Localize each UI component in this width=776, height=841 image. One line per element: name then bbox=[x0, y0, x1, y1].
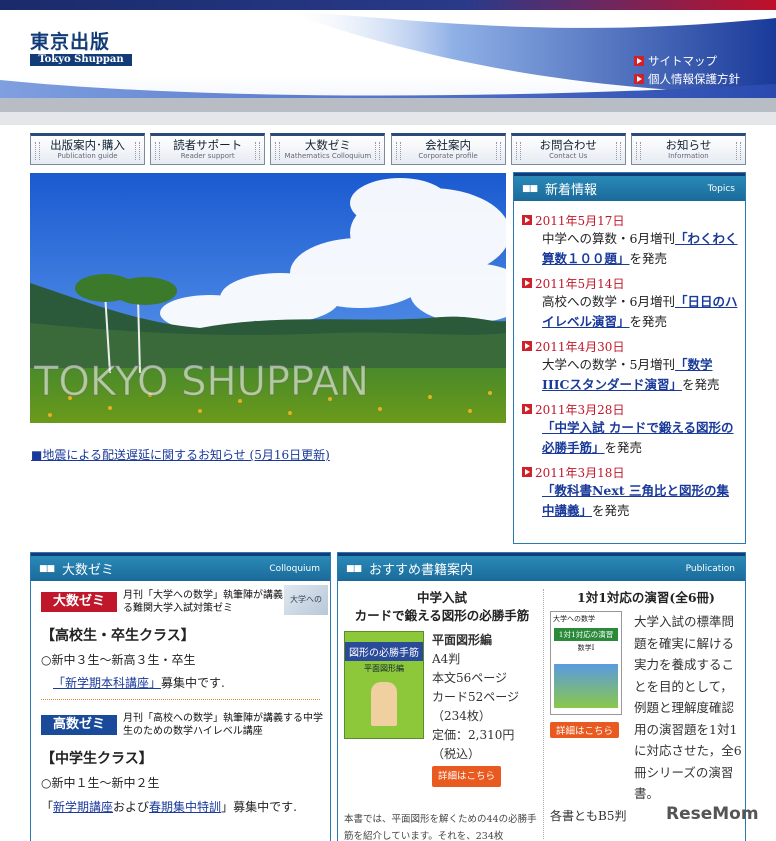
tokyo-shuppan-logo[interactable]: 東京出版 Tokyo Shuppan bbox=[30, 32, 132, 66]
resemom-watermark: ReseMom bbox=[666, 804, 759, 824]
book-card-2: 1対1対応の演習(全6冊) 大学への数学 1対1対応の演習 数学I 詳細はこちら… bbox=[550, 590, 742, 823]
sitemap-link[interactable]: サイトマップ bbox=[634, 53, 717, 69]
book-2-detail-button[interactable]: 詳細はこちら bbox=[550, 722, 620, 738]
recommended-books-panel: ■■ おすすめ書籍案内 Publication 中学入試 カードで鍛える図形の必… bbox=[337, 552, 746, 841]
colloquium-thumbnail: 大学への bbox=[284, 585, 328, 615]
colloquium-header: ■■ 大数ゼミ Colloquium bbox=[31, 553, 330, 581]
privacy-policy-link[interactable]: 個人情報保護方針 bbox=[634, 71, 740, 87]
arrow-icon bbox=[634, 56, 644, 66]
arrow-icon bbox=[522, 404, 532, 414]
topics-header: ■■ 新着情報 Topics bbox=[514, 173, 745, 201]
cover-photo bbox=[554, 664, 618, 708]
arrow-icon bbox=[522, 341, 532, 351]
dots-icon: ■■ bbox=[346, 563, 362, 574]
books-header: ■■ おすすめ書籍案内 Publication bbox=[338, 553, 745, 581]
arrow-icon bbox=[634, 74, 644, 84]
nav-publication-guide[interactable]: 出版案内･購入 Publication guide bbox=[30, 133, 145, 165]
colloquium-panel: ■■ 大数ゼミ Colloquium 大学への 大数ゼミ 月刊「大学への数学」執… bbox=[30, 552, 331, 841]
arrow-icon bbox=[522, 467, 532, 477]
nav-colloquium[interactable]: 大数ゼミ Mathematics Colloquium bbox=[270, 133, 386, 165]
class-heading: 【中学生クラス】 bbox=[41, 751, 153, 767]
nav-contact-us[interactable]: お問合わせ Contact Us bbox=[510, 133, 626, 165]
logo-japanese: 東京出版 bbox=[30, 31, 111, 53]
main-navigation: 出版案内･購入 Publication guide 読者サポート Reader su… bbox=[30, 133, 746, 165]
dots-icon: ■■ bbox=[522, 183, 538, 194]
book-cover-2[interactable]: 大学への数学 1対1対応の演習 数学I bbox=[550, 611, 622, 715]
hero-landscape-image: TOKYO SHUPPAN bbox=[30, 173, 506, 423]
spring-course-link[interactable]: 「新学期本科講座」 bbox=[53, 676, 161, 690]
spring-intensive-link[interactable]: 春期集中特訓 bbox=[149, 800, 221, 814]
column-divider bbox=[543, 589, 544, 839]
new-term-course-link[interactable]: 新学期講座 bbox=[53, 800, 113, 814]
topic-item: 2011年5月14日 高校への数学・6月増刊「日日のハイレベル演習」を発売 bbox=[522, 274, 745, 332]
topic-link[interactable]: 「教科書Next 三角比と図形の集中講義」 bbox=[542, 483, 729, 518]
character-illustration bbox=[371, 682, 397, 726]
dots-icon: ■■ bbox=[39, 563, 55, 574]
logo-english: Tokyo Shuppan bbox=[30, 54, 132, 66]
dotted-divider bbox=[41, 699, 320, 700]
arrow-icon bbox=[522, 278, 532, 288]
book-cover-1[interactable]: 図形の必勝手筋 平面図形編 bbox=[344, 631, 424, 739]
kosu-zemi-banner[interactable]: 高数ゼミ 月刊「高校への数学」執筆陣が講義する中学生のための数学ハイレベル講座 bbox=[41, 712, 330, 738]
arrow-icon bbox=[522, 215, 532, 225]
topic-item: 2011年5月17日 中学への算数・6月増刊「わくわく算数１００題」を発売 bbox=[522, 211, 745, 269]
book-1-detail-button[interactable]: 詳細はこちら bbox=[432, 766, 502, 787]
topic-item: 2011年3月28日 「中学入試 カードで鍛える図形の必勝手筋」を発売 bbox=[522, 400, 745, 458]
book-card-1: 中学入試 カードで鍛える図形の必勝手筋 図形の必勝手筋 平面図形編 平面図形編 … bbox=[344, 590, 537, 841]
topic-item: 2011年4月30日 大学への数学・5月増刊「数学IIICスタンダード演習」を発… bbox=[522, 337, 745, 395]
nav-corporate-profile[interactable]: 会社案内 Corporate profile bbox=[390, 133, 506, 165]
nav-reader-support[interactable]: 読者サポート Reader support bbox=[150, 133, 266, 165]
nav-information[interactable]: お知らせ Information bbox=[630, 133, 746, 165]
topics-panel: ■■ 新着情報 Topics 2011年5月17日 中学への算数・6月増刊「わく… bbox=[513, 172, 746, 544]
hero-text: TOKYO SHUPPAN bbox=[33, 359, 369, 405]
topic-item: 2011年3月18日 「教科書Next 三角比と図形の集中講義」を発売 bbox=[522, 463, 745, 521]
class-heading: 【高校生・卒生クラス】 bbox=[41, 628, 195, 644]
earthquake-notice-link[interactable]: ■地震による配送遅延に関するお知らせ (5月16日更新) bbox=[31, 446, 330, 463]
site-header: 東京出版 Tokyo Shuppan サイトマップ 個人情報保護方針 bbox=[0, 0, 776, 125]
landscape-illustration: TOKYO SHUPPAN bbox=[30, 173, 506, 423]
